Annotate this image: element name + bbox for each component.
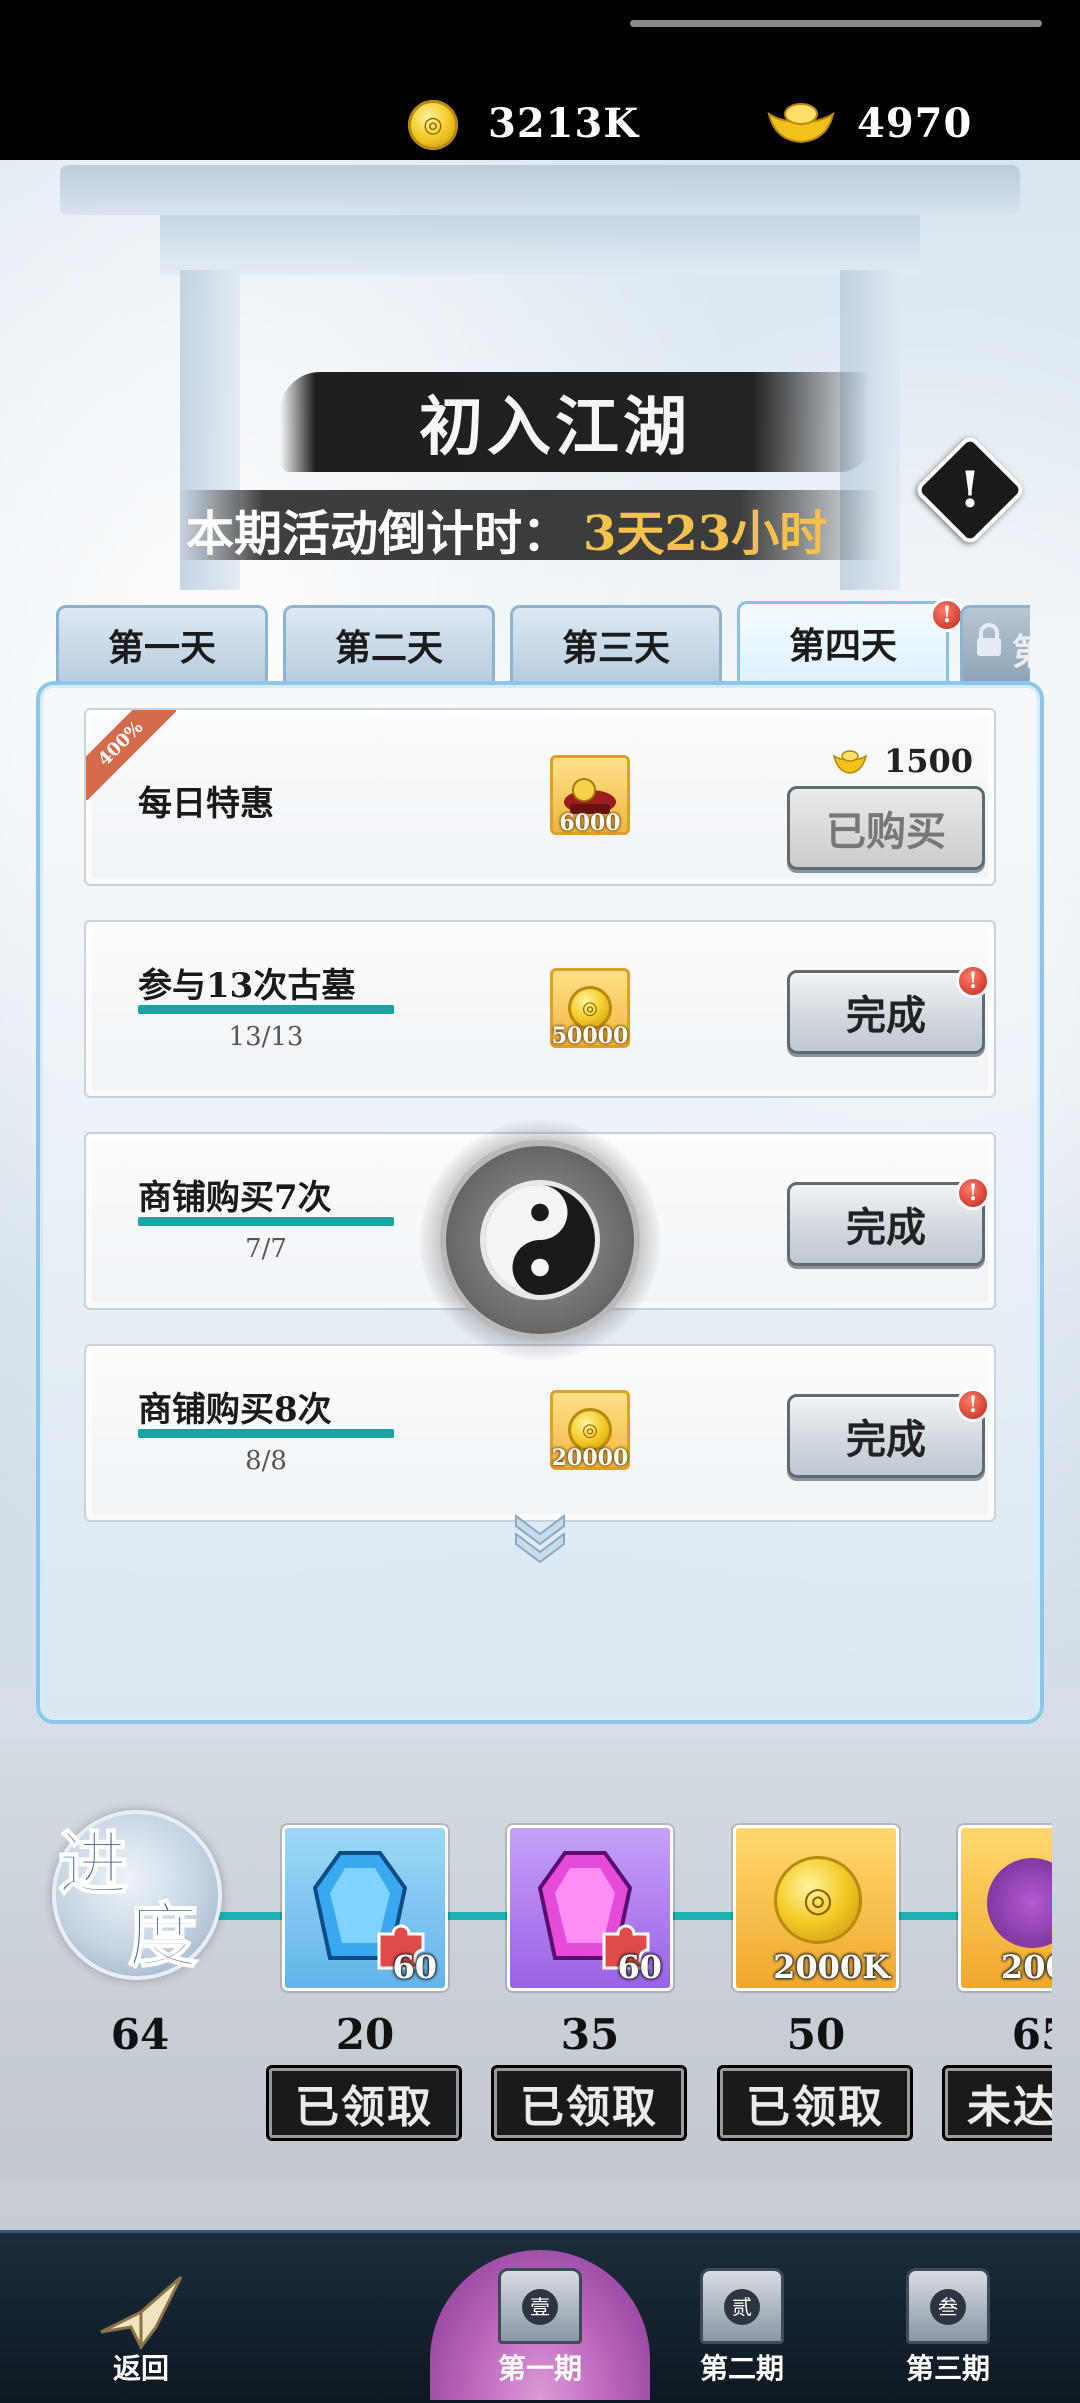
milestone-reward-card[interactable]: ◎ 2000K <box>733 1825 899 1991</box>
milestone-quantity: 2000K <box>773 1948 890 1986</box>
coin-balance: 3213K <box>488 100 640 147</box>
nav-period-1-label[interactable]: 第一期 <box>478 2347 602 2387</box>
task-name: 每日特惠 <box>138 784 274 824</box>
milestone-reward-card[interactable]: 60 <box>282 1825 448 1991</box>
milestone-quantity: 60 <box>617 1948 662 1986</box>
tab-day-5-locked[interactable]: 第 <box>960 605 1030 681</box>
tab-day-3[interactable]: 第三天 <box>510 605 722 681</box>
yin-yang-loading-icon <box>480 1180 600 1300</box>
event-title-banner: 初入江湖 <box>280 372 870 472</box>
purple-orb-icon <box>987 1858 1052 1948</box>
purchased-button[interactable]: 已购买 <box>787 786 985 870</box>
reward-quantity: 6000 <box>559 810 621 836</box>
notification-badge: ! <box>956 964 990 998</box>
not-reached-button[interactable]: 未达 <box>942 2065 1052 2141</box>
gate-roof-decoration <box>60 165 1020 215</box>
notification-badge: ! <box>956 1176 990 1210</box>
tab-day-4[interactable]: 第四天 <box>737 601 949 681</box>
milestone-quantity: 200 <box>1001 1948 1052 1986</box>
tab-day-1[interactable]: 第一天 <box>56 605 268 681</box>
status-indicator-line <box>630 20 1042 27</box>
task-progress-text: 7/7 <box>245 1234 287 1264</box>
countdown-label: 本期活动倒计时： <box>186 506 571 562</box>
period-3-chest-icon[interactable]: 叁 <box>906 2268 990 2344</box>
nav-period-3-label[interactable]: 第三期 <box>886 2347 1010 2387</box>
claimed-button[interactable]: 已领取 <box>717 2065 913 2141</box>
task-progress-text: 8/8 <box>245 1446 287 1476</box>
claimed-button[interactable]: 已领取 <box>266 2065 462 2141</box>
milestone-score: 35 <box>560 2010 620 2059</box>
lock-icon <box>977 623 1001 656</box>
tab-day-2[interactable]: 第二天 <box>283 605 495 681</box>
task-name: 参与13次古墓 <box>138 966 356 1006</box>
nav-period-2-label[interactable]: 第二期 <box>680 2347 804 2387</box>
milestone-score: 65 <box>1011 2010 1052 2059</box>
gold-ingot-icon <box>767 103 835 144</box>
gate-beam-decoration <box>160 215 920 275</box>
task-progress-bar <box>138 1005 394 1014</box>
task-progress-bar <box>138 1217 394 1226</box>
coin-icon: ◎ <box>408 100 458 150</box>
period-1-chest-icon[interactable]: 壹 <box>498 2268 582 2344</box>
deal-price: 1500 <box>884 742 974 780</box>
ingot-balance: 4970 <box>857 100 973 147</box>
exclamation-icon: ! <box>959 460 981 519</box>
notification-badge: ! <box>956 1388 990 1422</box>
claimed-button[interactable]: 已领取 <box>491 2065 687 2141</box>
event-title: 初入江湖 <box>419 390 691 465</box>
gold-ingot-icon <box>832 750 868 774</box>
reward-quantity: 20000 <box>551 1445 629 1471</box>
milestone-list: 60 60 ◎ 2000K 200 20 35 50 65 已领取 已领取 已领… <box>0 1800 1052 2160</box>
milestone-reward-card[interactable]: 200 <box>958 1825 1052 1991</box>
milestone-quantity: 60 <box>392 1948 437 1986</box>
task-progress-text: 13/13 <box>228 1022 304 1052</box>
milestone-reward-card[interactable]: 60 <box>507 1825 673 1991</box>
scroll-down-chevron-icon[interactable] <box>510 1510 570 1566</box>
task-name: 商铺购买8次 <box>138 1390 332 1430</box>
tab-notification-badge: ! <box>930 598 964 632</box>
nav-back-label[interactable]: 返回 <box>96 2347 186 2387</box>
period-2-chest-icon[interactable]: 贰 <box>700 2268 784 2344</box>
reward-quantity: 50000 <box>551 1023 629 1049</box>
milestone-score: 20 <box>335 2010 395 2059</box>
task-progress-bar <box>138 1429 394 1438</box>
countdown-value: 3天23小时 <box>583 506 828 562</box>
task-name: 商铺购买7次 <box>138 1178 332 1218</box>
milestone-score: 50 <box>786 2010 846 2059</box>
coin-icon: ◎ <box>774 1856 862 1944</box>
paper-crane-back-icon[interactable] <box>96 2272 186 2352</box>
